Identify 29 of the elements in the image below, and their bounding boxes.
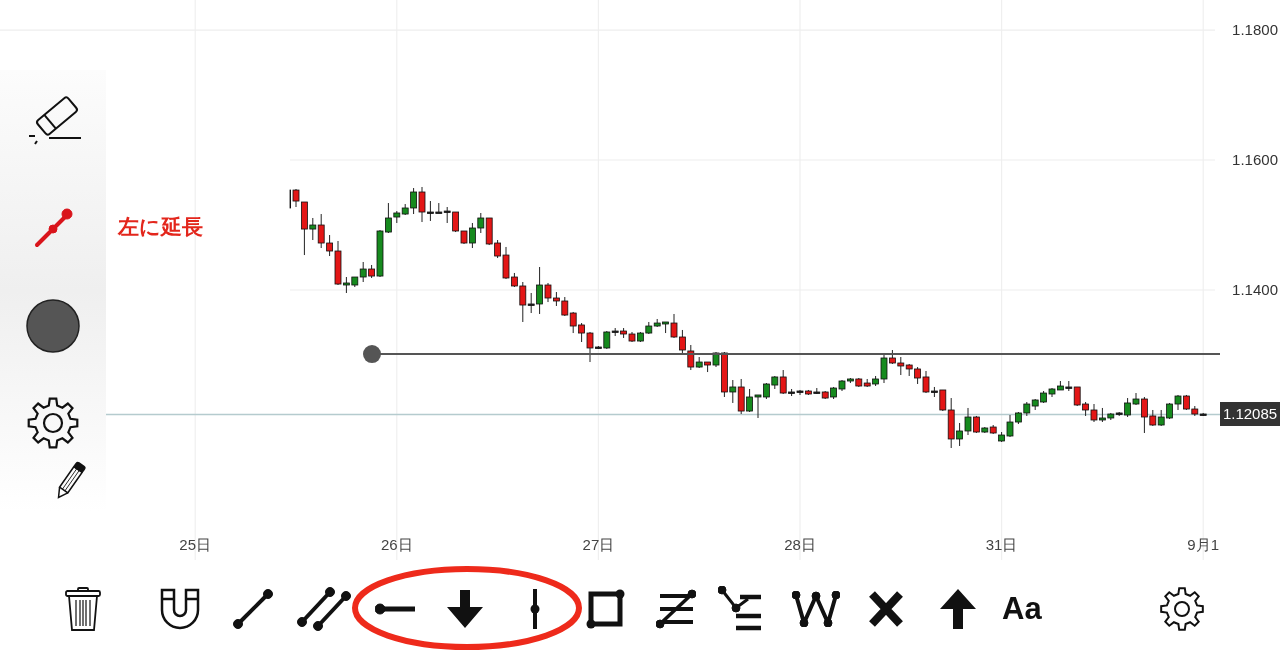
x-axis-label: 26日 <box>380 536 413 554</box>
trash-icon[interactable] <box>65 587 101 631</box>
extend-left-label: 左に延長 <box>118 214 203 240</box>
square-icon[interactable] <box>586 589 626 629</box>
line-segment-icon[interactable] <box>33 208 73 248</box>
down-arrow-icon[interactable] <box>447 590 483 628</box>
x-axis-label: 25日 <box>179 536 212 554</box>
diagonal-line-icon[interactable] <box>233 589 273 629</box>
horizontal-line-icon[interactable] <box>375 603 415 615</box>
y-axis-label: 1.1600 <box>1232 151 1278 169</box>
settings-icon[interactable] <box>27 397 79 449</box>
x-axis-label: 27日 <box>582 536 615 554</box>
x-axis-label: 9月1 <box>1187 536 1220 554</box>
cross-icon[interactable] <box>868 590 904 628</box>
crossed-lines-icon[interactable] <box>656 589 696 629</box>
y-axis-label: 1.1800 <box>1232 21 1278 39</box>
settings-icon[interactable] <box>1159 587 1204 631</box>
up-arrow-icon[interactable] <box>940 589 976 629</box>
magnet-icon[interactable] <box>159 588 201 630</box>
x-axis-label: 28日 <box>784 536 816 554</box>
x-axis-label: 31日 <box>985 536 1018 554</box>
bent-line-bars-icon[interactable] <box>718 586 762 632</box>
price-tag: 1.12085 <box>1220 402 1280 427</box>
zigzag-icon[interactable] <box>792 591 840 627</box>
line-handle[interactable] <box>363 345 381 364</box>
parallel-lines-icon[interactable] <box>297 587 351 631</box>
color-swatch[interactable] <box>26 299 80 353</box>
text-tool-button[interactable]: Aa <box>1002 591 1042 627</box>
y-axis-label: 1.1400 <box>1232 281 1278 299</box>
